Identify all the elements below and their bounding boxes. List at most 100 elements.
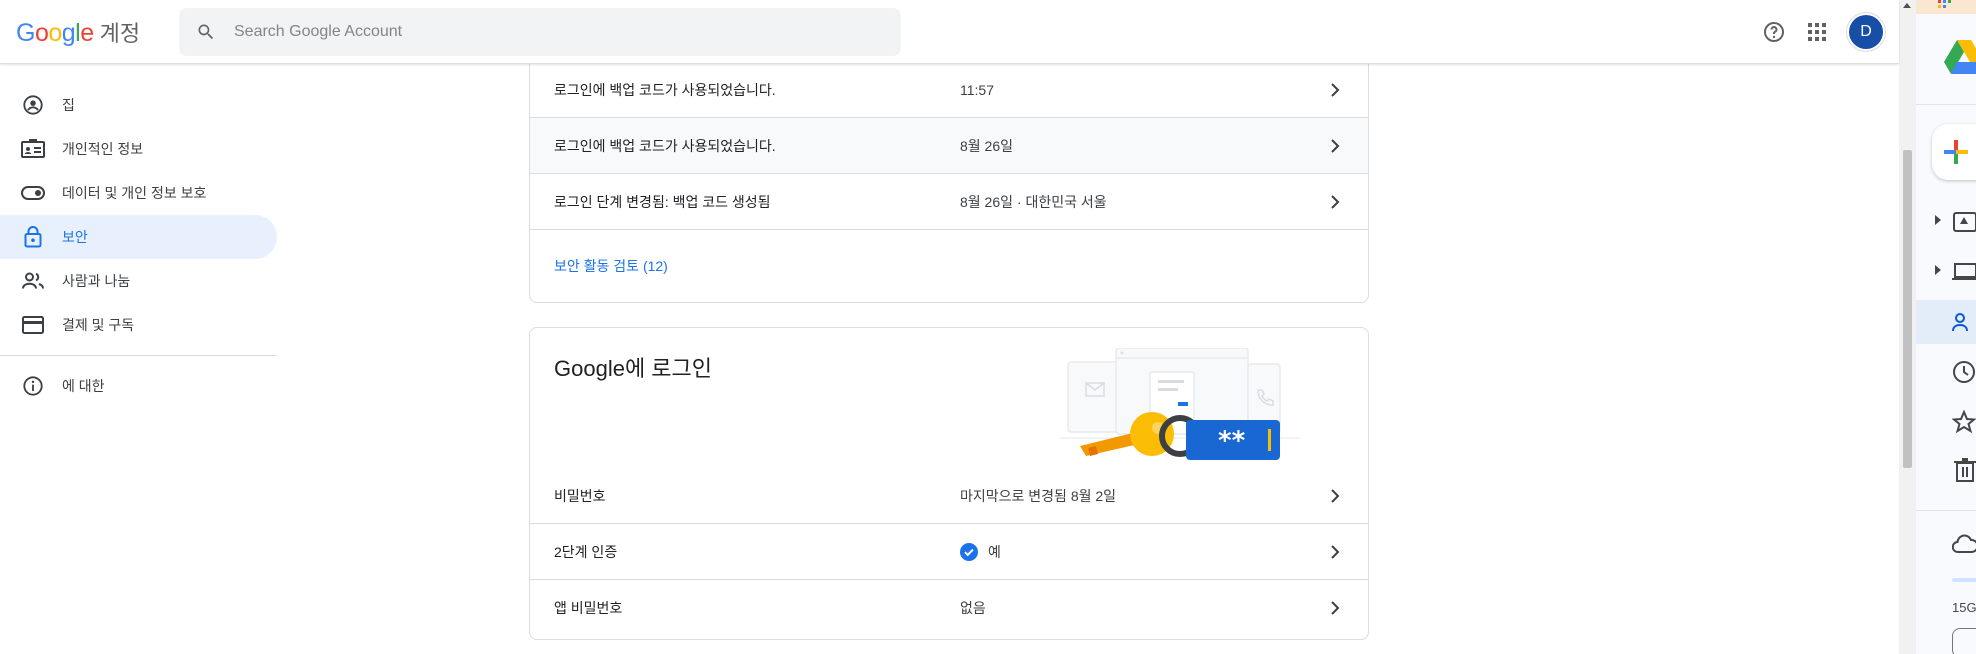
activity-label: 로그인 단계 변경됨: 백업 코드 생성됨	[554, 193, 771, 210]
plus-icon	[1944, 140, 1968, 164]
drive-nav-trash[interactable]	[1916, 448, 1976, 492]
drive-nav-shared[interactable]	[1916, 300, 1976, 344]
search-icon[interactable]	[196, 22, 216, 42]
activity-row[interactable]: 로그인에 백업 코드가 사용되었습니다. 8월 26일	[530, 118, 1368, 174]
check-circle-icon	[960, 542, 978, 561]
row-label: 비밀번호	[554, 487, 606, 504]
account-circle-icon	[21, 93, 45, 117]
info-icon	[21, 374, 45, 398]
apps-grid-icon	[1808, 23, 1826, 41]
activity-time: 11:57	[960, 81, 994, 98]
scrollbar-thumb[interactable]	[1903, 150, 1912, 468]
logo-letter: o	[48, 19, 62, 47]
row-label: 앱 비밀번호	[554, 600, 623, 616]
apps-mini-icon	[1938, 0, 1951, 8]
signing-in-to-google-card: Google에 로그인 ** 비밀번호 마지막으로 변경됨 8월 2일 2단계 …	[529, 327, 1369, 640]
get-storage-button[interactable]	[1952, 628, 1976, 654]
chevron-right-icon	[1331, 138, 1340, 153]
sidebar-item-people-sharing[interactable]: 사람과 나눔	[0, 259, 277, 303]
sidebar: 집 개인적인 정보 데이터 및 개인 정보 보호 보안 사람과 나눔 결제 및 …	[0, 64, 277, 408]
star-icon	[1952, 410, 1976, 434]
credit-card-icon	[21, 313, 45, 337]
sidebar-item-payments[interactable]: 결제 및 구독	[0, 303, 277, 347]
people-icon	[1952, 313, 1968, 332]
logo-letter: G	[16, 19, 35, 47]
row-label: 2단계 인증	[554, 543, 618, 560]
scroll-up-arrow-icon[interactable]	[1903, 3, 1911, 8]
triangle-right-icon	[1935, 265, 1941, 275]
storage-text-clipped: 15G	[1952, 600, 1976, 615]
cloud-icon	[1952, 534, 1976, 553]
two-step-verification-row[interactable]: 2단계 인증 예	[530, 524, 1368, 580]
activity-label: 로그인에 백업 코드가 사용되었습니다.	[554, 81, 776, 98]
sidebar-item-label: 데이터 및 개인 정보 보호	[62, 185, 207, 201]
drive-nav-storage[interactable]	[1916, 524, 1976, 568]
google-drive-logo-icon[interactable]	[1944, 40, 1976, 76]
toggle-icon	[21, 181, 45, 205]
sidebar-item-home[interactable]: 집	[0, 83, 277, 127]
chevron-right-icon	[1331, 544, 1340, 559]
storage-bar	[1952, 578, 1976, 582]
lock-icon	[21, 225, 45, 249]
drive-nav-my-drive[interactable]	[1916, 200, 1976, 244]
logo-letter: o	[34, 19, 49, 47]
page: Google계정 D	[0, 0, 1976, 654]
row-value: 예	[960, 542, 1001, 562]
trash-icon	[1954, 458, 1976, 482]
row-value: 없음	[960, 600, 986, 616]
section-title: Google에 로그인	[554, 356, 713, 381]
apps-button[interactable]	[1801, 16, 1833, 48]
sidebar-item-about[interactable]: 에 대한	[0, 364, 277, 408]
search-input[interactable]	[234, 23, 834, 41]
drive-side-panel: 15G	[1916, 0, 1976, 654]
help-icon	[1764, 22, 1784, 42]
people-icon	[21, 269, 45, 293]
chevron-right-icon	[1331, 601, 1340, 615]
sidebar-item-label: 결제 및 구독	[62, 317, 135, 333]
clock-icon	[1953, 361, 1975, 383]
sidebar-item-data-privacy[interactable]: 데이터 및 개인 정보 보호	[0, 171, 277, 215]
sidebar-item-label: 에 대한	[62, 378, 105, 394]
sidebar-divider	[0, 355, 277, 356]
page-scrollbar[interactable]	[1899, 0, 1916, 654]
product-name: 계정	[99, 21, 141, 46]
password-row[interactable]: 비밀번호 마지막으로 변경됨 8월 2일	[530, 468, 1368, 524]
id-card-icon	[21, 137, 45, 161]
logo-letter: g	[61, 19, 76, 47]
activity-row[interactable]: 로그인 단계 변경됨: 백업 코드 생성됨 8월 26일 · 대한민국 서울	[530, 174, 1368, 230]
sidebar-item-label: 보안	[62, 229, 88, 245]
sidebar-item-personal-info[interactable]: 개인적인 정보	[0, 127, 277, 171]
avatar[interactable]: D	[1849, 15, 1883, 49]
app-passwords-row[interactable]: 앱 비밀번호 없음	[530, 580, 1368, 636]
app-header: Google계정 D	[0, 0, 1899, 64]
row-value: 마지막으로 변경됨 8월 2일	[960, 487, 1117, 504]
chevron-right-icon	[1331, 194, 1340, 209]
key-password-illustration: **	[1060, 348, 1300, 460]
drive-nav-starred[interactable]	[1916, 400, 1976, 444]
drive-nav-computers[interactable]	[1916, 250, 1976, 294]
chevron-right-icon	[1331, 488, 1340, 503]
panel-divider	[1916, 104, 1976, 105]
sidebar-item-label: 개인적인 정보	[62, 141, 144, 157]
google-account-logo[interactable]: Google 계정	[16, 16, 140, 48]
chevron-right-icon	[1331, 82, 1340, 97]
sidebar-item-security[interactable]: 보안	[0, 215, 277, 259]
triangle-right-icon	[1935, 215, 1941, 225]
review-security-activity-link[interactable]: 보안 활동 검토 (12)	[554, 256, 668, 276]
logo-letter: e	[80, 19, 94, 47]
panel-divider	[1916, 510, 1976, 511]
row-value-text: 예	[988, 543, 1001, 560]
sidebar-item-label: 사람과 나눔	[62, 273, 131, 289]
sidebar-item-label: 집	[62, 97, 75, 113]
drive-folder-icon	[1953, 212, 1976, 232]
help-button[interactable]	[1758, 16, 1790, 48]
new-button[interactable]	[1932, 124, 1976, 180]
activity-time: 8월 26일	[960, 137, 1014, 154]
activity-label: 로그인에 백업 코드가 사용되었습니다.	[554, 137, 776, 154]
activity-time: 8월 26일 · 대한민국 서울	[960, 193, 1107, 210]
password-stars: **	[1218, 426, 1246, 456]
drive-nav-recent[interactable]	[1916, 350, 1976, 394]
laptop-icon	[1952, 263, 1976, 280]
search-bar[interactable]	[179, 8, 901, 56]
activity-row[interactable]: 로그인에 백업 코드가 사용되었습니다. 11:57	[530, 62, 1368, 118]
